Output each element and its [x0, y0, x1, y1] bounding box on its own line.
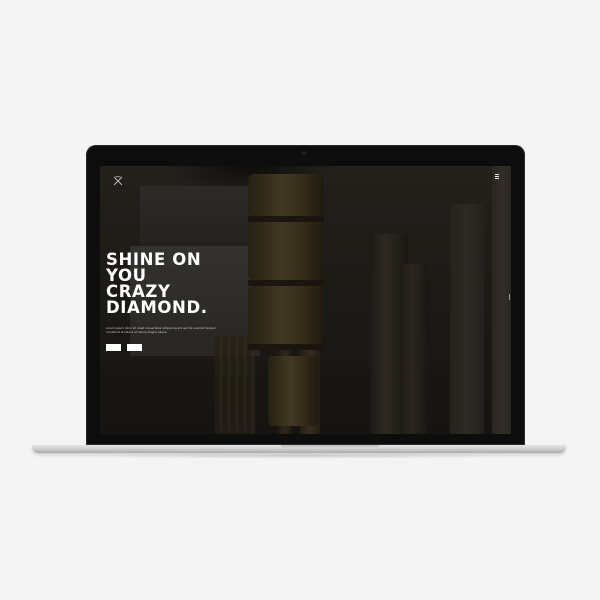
hero-title: SHINE ON YOU CRAZY DIAMOND. — [106, 250, 208, 317]
laptop-screen: SHINE ON YOU CRAZY DIAMOND. Lorem ipsum … — [100, 166, 511, 434]
camera-icon — [302, 151, 306, 155]
laptop-shadow — [60, 453, 540, 459]
hamburger-menu-icon[interactable] — [493, 173, 501, 181]
secondary-button[interactable] — [127, 344, 142, 351]
hero-description: Lorem ipsum dolor sit amet consectetur a… — [106, 327, 216, 334]
scroll-indicator[interactable] — [509, 294, 510, 300]
crossed-x-logo-icon[interactable] — [113, 173, 123, 186]
mockup-stage: SHINE ON YOU CRAZY DIAMOND. Lorem ipsum … — [0, 0, 600, 600]
laptop-base — [32, 445, 566, 453]
primary-button[interactable] — [106, 344, 121, 351]
laptop-hinge-notch — [281, 445, 379, 448]
